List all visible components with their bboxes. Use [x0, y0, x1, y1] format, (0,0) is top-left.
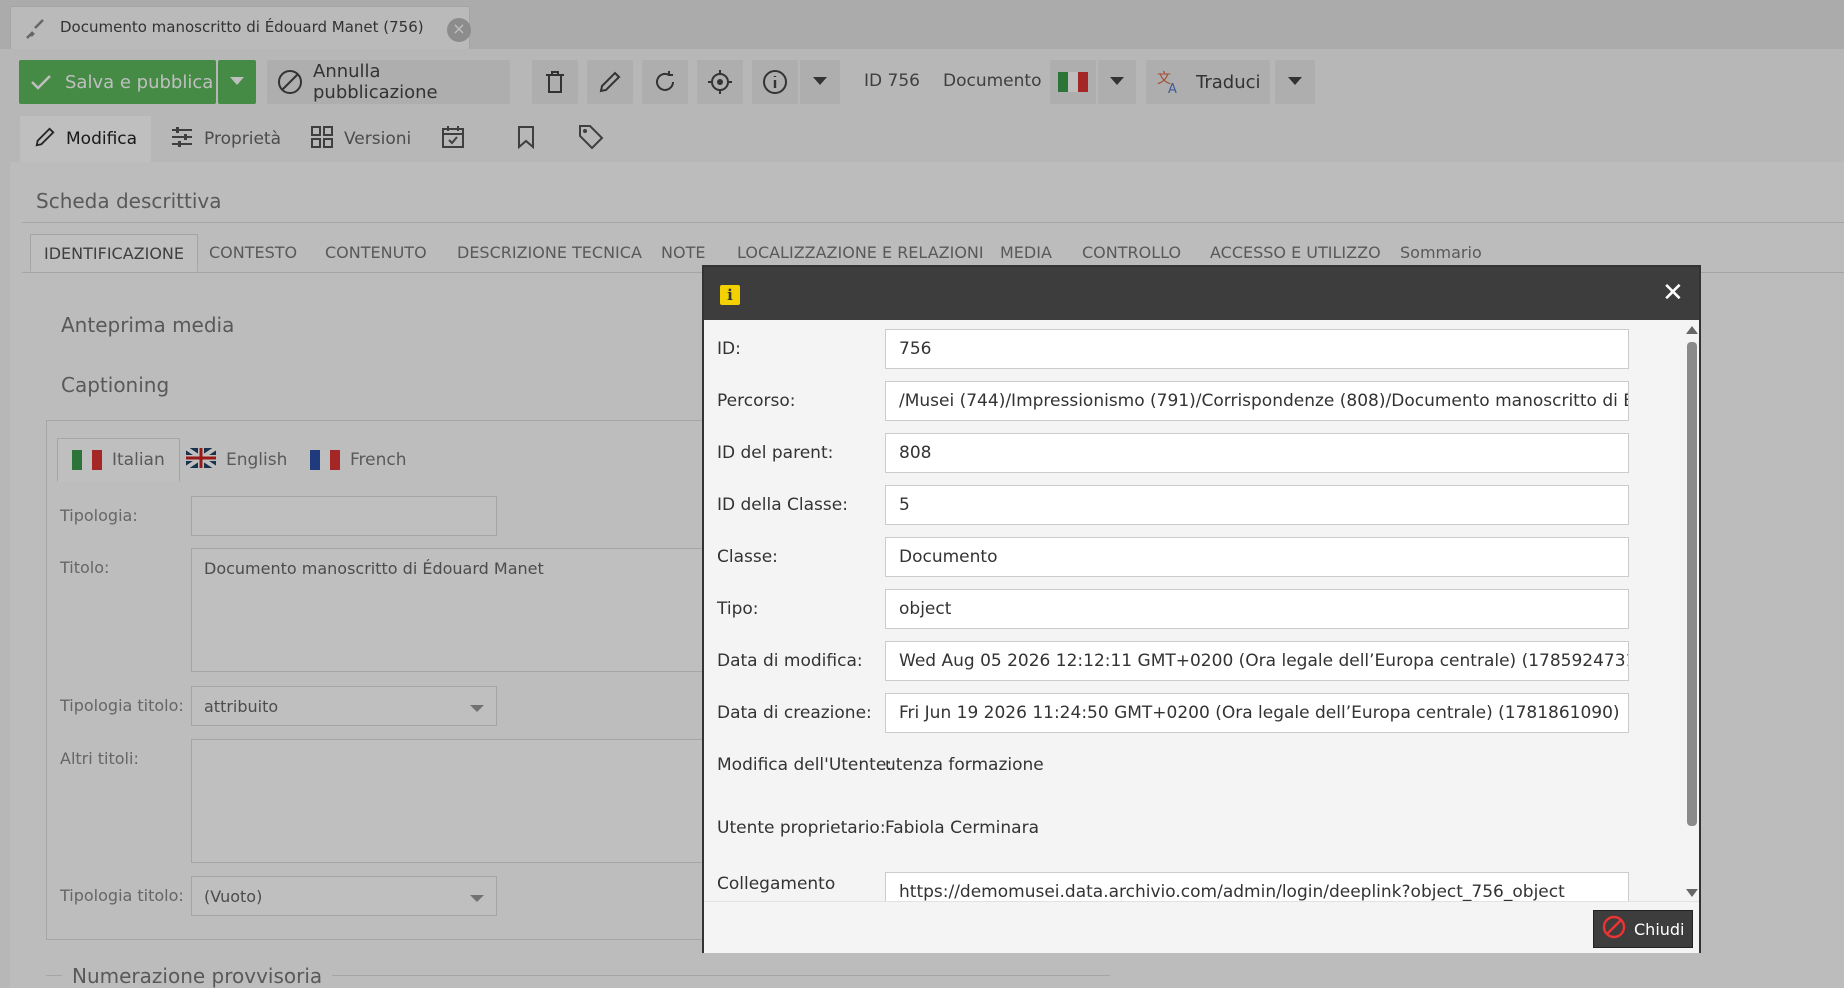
close-button-label: Chiudi	[1634, 919, 1685, 939]
scroll-thumb[interactable]	[1687, 342, 1697, 826]
field-label: Tipo:	[717, 599, 759, 619]
owner-value: Fabiola Cerminara	[885, 818, 1039, 838]
scroll-down-icon[interactable]	[1686, 889, 1698, 897]
ban-icon	[1602, 915, 1626, 943]
dialog-body: ID: 756 Percorso: /Musei (744)/Impressio…	[704, 320, 1699, 901]
dialog-header: i ✕	[704, 267, 1699, 320]
parent-id-field[interactable]: 808	[885, 433, 1629, 473]
class-id-field[interactable]: 5	[885, 485, 1629, 525]
info-dialog: i ✕ ID: 756 Percorso: /Musei (744)/Impre…	[702, 265, 1701, 953]
field-label: Classe:	[717, 547, 778, 567]
modified-by-value: utenza formazione	[885, 755, 1044, 775]
field-label: ID della Classe:	[717, 495, 848, 515]
id-field[interactable]: 756	[885, 329, 1629, 369]
field-label: Data di modifica:	[717, 651, 863, 671]
field-label: Modifica dell'Utente:	[717, 755, 893, 775]
field-label: Data di creazione:	[717, 703, 872, 723]
scroll-up-icon[interactable]	[1686, 326, 1698, 334]
info-icon: i	[720, 285, 740, 305]
modification-date-field[interactable]: Wed Aug 05 2026 12:12:11 GMT+0200 (Ora l…	[885, 641, 1629, 681]
type-field[interactable]: object	[885, 589, 1629, 629]
dialog-scrollbar[interactable]	[1686, 326, 1698, 901]
field-label: Percorso:	[717, 391, 796, 411]
close-icon[interactable]: ✕	[1662, 279, 1684, 307]
field-label: Collegamento	[717, 874, 836, 894]
field-label: Utente proprietario:	[717, 818, 886, 838]
deeplink-field[interactable]: https://demomusei.data.archivio.com/admi…	[885, 872, 1629, 901]
close-button[interactable]: Chiudi	[1593, 910, 1693, 948]
creation-date-field[interactable]: Fri Jun 19 2026 11:24:50 GMT+0200 (Ora l…	[885, 693, 1629, 733]
field-label: ID:	[717, 339, 741, 359]
field-label: ID del parent:	[717, 443, 834, 463]
dialog-footer: Chiudi	[704, 901, 1699, 953]
path-field[interactable]: /Musei (744)/Impressionismo (791)/Corris…	[885, 381, 1629, 421]
class-field[interactable]: Documento	[885, 537, 1629, 577]
